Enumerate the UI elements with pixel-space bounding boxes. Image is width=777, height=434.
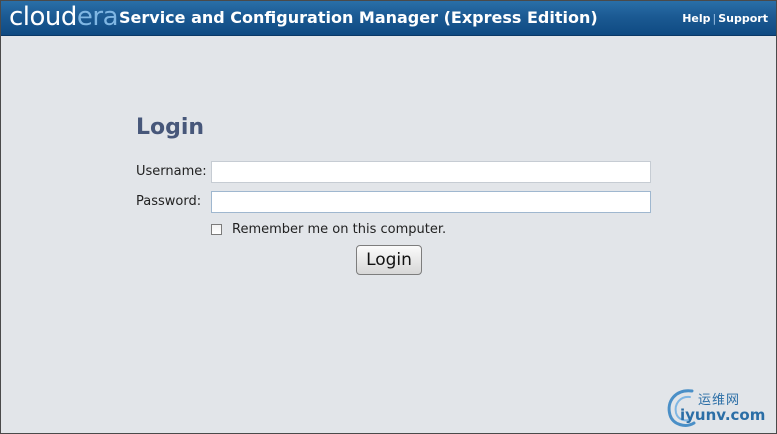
login-button[interactable]: Login xyxy=(356,245,422,275)
app-window: cloudera Service and Configuration Manag… xyxy=(0,0,777,434)
logo-accent: era xyxy=(76,2,119,32)
username-label: Username: xyxy=(136,164,207,179)
username-input[interactable] xyxy=(211,161,651,183)
cloudera-logo: cloudera xyxy=(9,2,119,32)
logo-main: cloud xyxy=(9,2,77,32)
link-separator: | xyxy=(712,12,717,25)
watermark: 运维网 iyunv.com xyxy=(662,385,772,429)
password-input[interactable] xyxy=(211,191,651,213)
login-heading: Login xyxy=(136,115,205,140)
header-bar: cloudera Service and Configuration Manag… xyxy=(1,1,776,36)
app-title: Service and Configuration Manager (Expre… xyxy=(119,8,598,27)
password-label: Password: xyxy=(136,194,202,209)
watermark-url-text: iyunv.com xyxy=(680,406,766,424)
remember-me-label[interactable]: Remember me on this computer. xyxy=(232,222,446,237)
support-link[interactable]: Support xyxy=(718,12,768,25)
help-link[interactable]: Help xyxy=(682,12,710,25)
header-links: Help | Support xyxy=(682,12,768,25)
remember-me-checkbox[interactable] xyxy=(211,224,222,235)
